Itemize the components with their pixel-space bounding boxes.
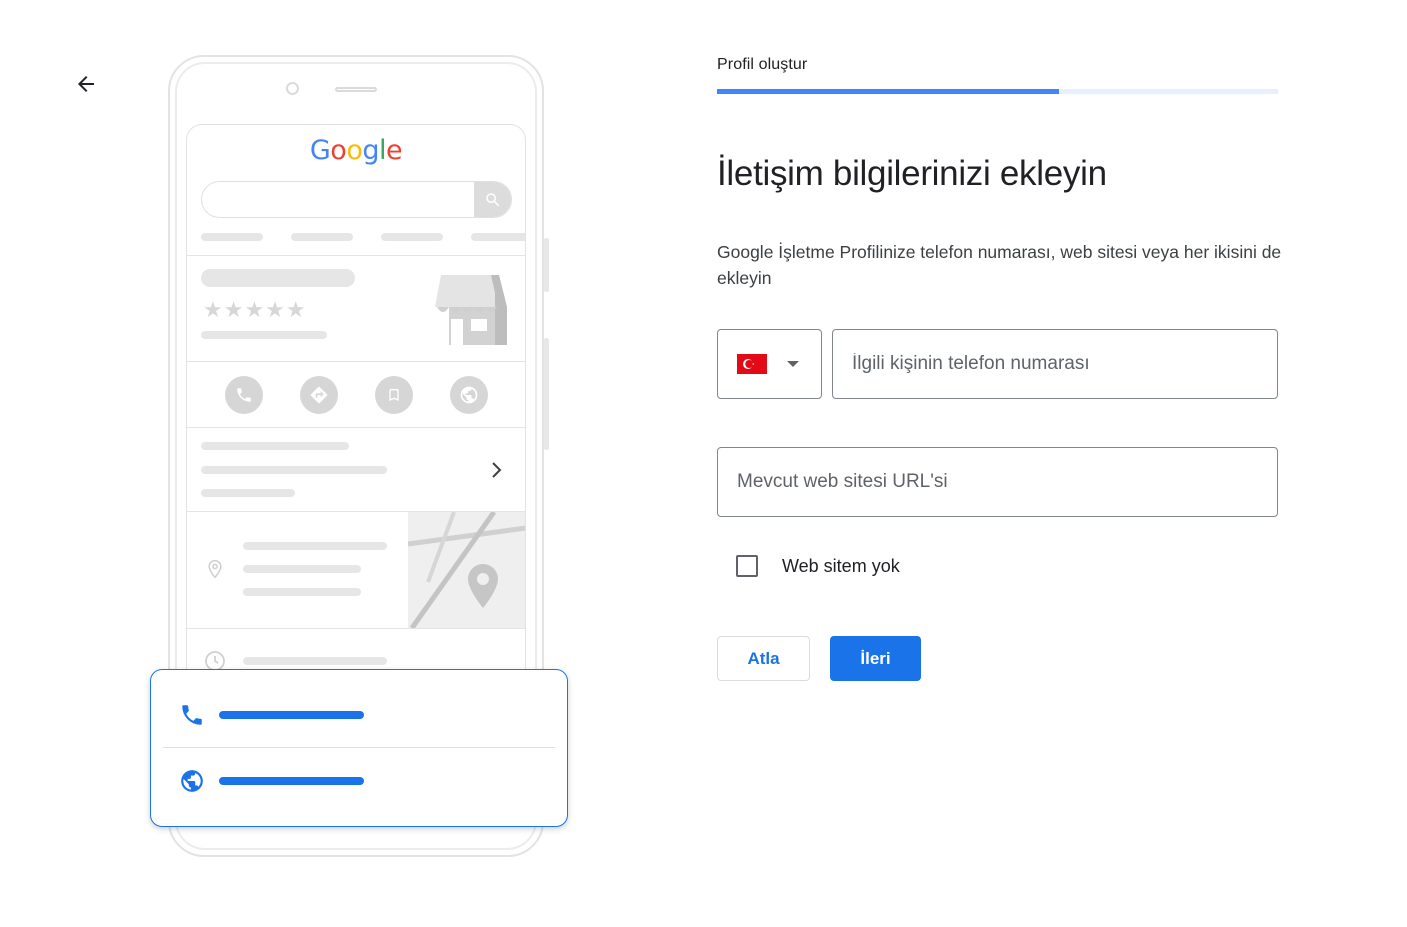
progress-bar-fill xyxy=(717,89,1060,94)
phone-icon xyxy=(179,702,205,733)
mock-business-name xyxy=(201,269,355,287)
google-logo-letter: g xyxy=(362,135,379,166)
divider xyxy=(187,361,525,362)
mock-tab xyxy=(201,233,263,241)
mock-text-line xyxy=(243,657,387,665)
mock-text-line xyxy=(201,466,387,474)
step-label: Profil oluştur xyxy=(717,56,808,73)
chevron-right-icon xyxy=(490,461,504,484)
google-logo: Google xyxy=(187,135,525,166)
website-placeholder-line xyxy=(219,777,364,785)
mini-map xyxy=(408,512,525,628)
mock-text-line xyxy=(201,442,349,450)
globe-icon xyxy=(450,376,488,414)
phone-icon xyxy=(225,376,263,414)
turkey-flag-icon xyxy=(737,354,767,374)
divider xyxy=(187,628,525,629)
skip-button[interactable]: Atla xyxy=(717,636,810,681)
website-url-input[interactable] xyxy=(717,447,1278,517)
storefront-icon xyxy=(435,273,511,350)
phone-camera xyxy=(286,82,299,95)
mock-text-line xyxy=(201,331,327,339)
mock-tab xyxy=(381,233,443,241)
page-description: Google İşletme Profilinize telefon numar… xyxy=(717,242,1282,288)
phone-number-input[interactable] xyxy=(832,329,1278,399)
mock-text-line xyxy=(201,489,295,497)
directions-icon xyxy=(300,376,338,414)
no-website-label: Web sitem yok xyxy=(782,556,900,576)
back-button[interactable] xyxy=(70,68,102,100)
arrow-back-icon xyxy=(78,76,94,92)
country-code-select[interactable] xyxy=(717,329,822,399)
search-icon xyxy=(474,182,511,217)
phone-side-button xyxy=(544,238,549,292)
mock-tab xyxy=(471,233,525,241)
google-logo-letter: e xyxy=(386,135,403,166)
google-logo-letter: o xyxy=(330,135,347,166)
globe-icon xyxy=(179,768,205,799)
phone-speaker xyxy=(335,87,377,92)
google-logo-letter: o xyxy=(346,135,363,166)
mock-text-line xyxy=(243,588,361,596)
phone-placeholder-line xyxy=(219,711,364,719)
google-logo-letter: G xyxy=(309,135,331,166)
divider xyxy=(187,255,525,256)
next-button[interactable]: İleri xyxy=(830,636,921,681)
progress-bar xyxy=(717,89,1278,94)
location-pin-icon xyxy=(205,557,225,586)
caret-down-icon xyxy=(787,361,799,367)
mock-search-bar xyxy=(201,181,512,218)
phone-side-button xyxy=(544,338,549,450)
no-website-checkbox[interactable] xyxy=(736,555,758,577)
page-title: İletişim bilgilerinizi ekleyin xyxy=(717,154,1107,193)
divider xyxy=(187,427,525,428)
bookmark-icon xyxy=(375,376,413,414)
contact-info-card xyxy=(150,669,568,827)
mock-text-line xyxy=(243,565,361,573)
rating-stars: ★★★★★ xyxy=(203,297,307,322)
mock-tab xyxy=(291,233,353,241)
phone-screen: Google ★★★★★ xyxy=(186,124,526,684)
google-logo-letter: l xyxy=(379,135,387,166)
divider xyxy=(163,747,555,748)
mock-text-line xyxy=(243,542,387,550)
